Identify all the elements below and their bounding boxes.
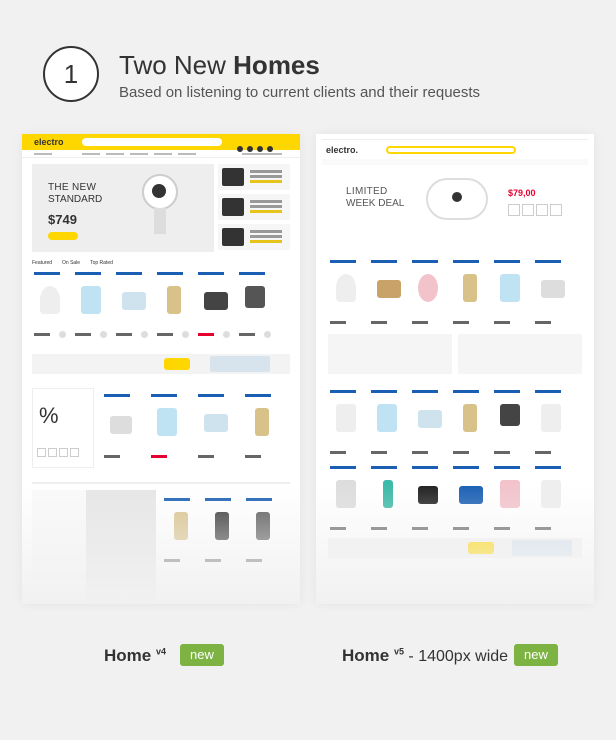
home4-fade xyxy=(22,484,300,604)
product-card xyxy=(369,388,407,460)
home4-week-deal: % xyxy=(32,388,94,468)
product-card xyxy=(243,392,287,464)
home5-hero: LIMITED WEEK DEAL $79,00 xyxy=(322,168,588,240)
tab: Featured xyxy=(32,260,53,266)
home4-hero: THE NEW STANDARD $749 xyxy=(32,164,214,252)
home5-hero-price: $79,00 xyxy=(508,188,536,198)
home4-label: Home v4 xyxy=(104,646,166,666)
section-subtitle: Based on listening to current clients an… xyxy=(119,84,481,101)
product-card xyxy=(196,392,240,464)
product-card xyxy=(369,258,407,330)
home5-label: Home v5 - 1400px wide xyxy=(342,646,508,666)
home5-product-row xyxy=(328,258,574,330)
home4-preview[interactable]: electro THE NEW STANDARD $749 Featured On… xyxy=(22,134,300,604)
home4-version: v4 xyxy=(155,646,166,657)
home5-search xyxy=(386,146,516,154)
title-bold: Homes xyxy=(233,50,320,80)
tab: On Sale xyxy=(62,260,81,266)
home5-hero-line2: WEEK DEAL xyxy=(346,198,405,209)
home4-hero-line2: STANDARD xyxy=(48,194,103,205)
product-card xyxy=(155,270,193,342)
product-card xyxy=(73,270,111,342)
product-card xyxy=(533,388,571,460)
product-card xyxy=(102,392,146,464)
home5-promo-right xyxy=(458,334,582,374)
product-card xyxy=(451,388,489,460)
title-light: Two New xyxy=(119,50,234,80)
home5-topline xyxy=(322,137,588,140)
home4-hero-line1: THE NEW xyxy=(48,182,97,193)
deal-percent: % xyxy=(39,403,59,428)
home4-logo: electro xyxy=(34,137,64,147)
home4-side-banner xyxy=(218,164,290,190)
home4-product-row xyxy=(32,270,278,342)
product-card xyxy=(492,258,530,330)
home4-deal-row xyxy=(102,392,290,464)
product-card xyxy=(451,258,489,330)
product-card xyxy=(328,258,366,330)
product-card xyxy=(196,270,234,342)
camera-icon xyxy=(136,174,192,238)
home5-promo-left xyxy=(328,334,452,374)
product-card xyxy=(533,258,571,330)
home4-tablet-banner xyxy=(32,354,290,374)
home5-preview[interactable]: electro. LIMITED WEEK DEAL $79,00 xyxy=(316,134,594,604)
home5-fade xyxy=(316,484,594,604)
section-title: Two New Homes xyxy=(119,50,320,81)
tab: Top Rated xyxy=(90,260,113,266)
step-number: 1 xyxy=(43,46,99,102)
home4-hero-price: $749 xyxy=(48,212,77,227)
home4-tabs: Featured On Sale Top Rated xyxy=(32,260,123,266)
home4-hero-button xyxy=(48,232,78,240)
home4-side-banner xyxy=(218,224,290,250)
home4-search xyxy=(82,138,222,146)
home5-label-suffix: - 1400px wide xyxy=(403,648,509,665)
home5-hero-line1: LIMITED xyxy=(346,186,388,197)
product-card xyxy=(237,270,275,342)
home5-label-text: Home xyxy=(342,646,390,665)
product-card xyxy=(492,388,530,460)
product-card xyxy=(410,258,448,330)
home4-new-badge: new xyxy=(180,644,224,666)
home5-version: v5 xyxy=(393,646,404,657)
product-card xyxy=(410,388,448,460)
gamepad-icon xyxy=(426,178,488,220)
home5-trending-row xyxy=(328,388,574,460)
product-card xyxy=(32,270,70,342)
home4-side-banner xyxy=(218,194,290,220)
home5-category-bar xyxy=(322,159,588,165)
product-card xyxy=(149,392,193,464)
home4-header-icons xyxy=(237,139,293,152)
product-card xyxy=(114,270,152,342)
section-header: 1 Two New Homes Based on listening to cu… xyxy=(43,46,563,106)
home5-new-badge: new xyxy=(514,644,558,666)
home4-label-text: Home xyxy=(104,646,152,665)
home5-logo: electro. xyxy=(326,145,359,155)
home4-nav xyxy=(22,150,300,158)
product-card xyxy=(328,388,366,460)
